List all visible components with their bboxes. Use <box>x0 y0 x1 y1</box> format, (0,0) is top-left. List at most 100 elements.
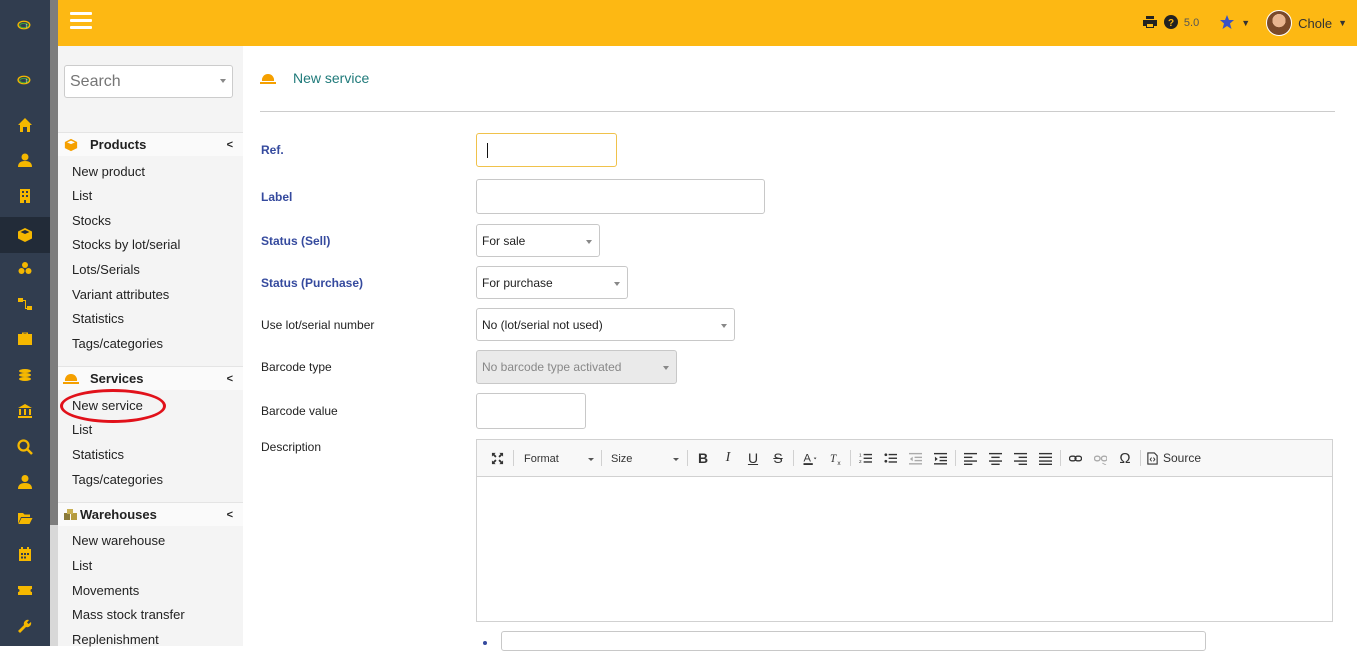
description-editor[interactable]: Format Size B I U S A Tx 12 Ω Source <box>476 439 1333 622</box>
menu-item-replenishment[interactable]: Replenishment <box>72 632 159 647</box>
menu-item-stocks-by-lot[interactable]: Stocks by lot/serial <box>72 237 180 252</box>
special-char-omega-icon[interactable]: Ω <box>1116 448 1134 468</box>
svg-text:t: t <box>26 78 28 85</box>
bookmark-chevron-down-icon[interactable]: ▼ <box>1241 18 1250 28</box>
menu-item-lots-serials[interactable]: Lots/Serials <box>72 262 140 277</box>
toolbar-separator <box>1060 450 1061 466</box>
maximize-icon[interactable] <box>489 448 505 468</box>
format-combo[interactable]: Format <box>524 449 594 469</box>
menu-item-services-list[interactable]: List <box>72 422 92 437</box>
products-chevron-left-icon[interactable]: < <box>227 139 233 151</box>
status-purchase-label: Status (Purchase) <box>261 276 364 290</box>
menu-item-new-warehouse[interactable]: New warehouse <box>72 533 165 548</box>
page-title: New service <box>293 70 370 86</box>
next-field-input[interactable] <box>501 631 1206 651</box>
user-tie-icon[interactable] <box>0 467 50 497</box>
calendar-icon[interactable] <box>0 539 50 569</box>
top-bar-right: ? 5.0 ▼ Chole ▼ <box>1142 10 1347 36</box>
menu-item-products-statistics[interactable]: Statistics <box>72 311 124 326</box>
bank-icon[interactable] <box>0 396 50 426</box>
bullet-list-icon[interactable] <box>881 448 899 468</box>
wrench-icon[interactable] <box>0 611 50 641</box>
menu-item-services-tags[interactable]: Tags/categories <box>72 472 163 487</box>
italic-button[interactable]: I <box>719 448 737 468</box>
menu-item-products-tags[interactable]: Tags/categories <box>72 336 163 351</box>
ref-label: Ref. <box>261 143 284 157</box>
warehouses-chevron-left-icon[interactable]: < <box>227 509 233 521</box>
sitemap-icon[interactable] <box>0 289 50 319</box>
folder-open-icon[interactable] <box>0 503 50 533</box>
label-input[interactable] <box>476 179 765 214</box>
svg-text:1: 1 <box>859 452 862 457</box>
menu-item-mass-stock-transfer[interactable]: Mass stock transfer <box>72 607 185 622</box>
menu-item-warehouses-list[interactable]: List <box>72 558 92 573</box>
indent-icon[interactable] <box>931 448 949 468</box>
size-combo[interactable]: Size <box>611 449 679 469</box>
numbered-list-icon[interactable]: 12 <box>856 448 874 468</box>
products-cube-icon[interactable] <box>0 217 50 253</box>
partial-label-marker <box>483 641 487 645</box>
menu-section-services[interactable]: Services < <box>58 366 243 390</box>
source-button[interactable]: Source <box>1146 448 1206 468</box>
barcode-type-select: No barcode type activated <box>476 350 677 384</box>
source-label: Source <box>1163 451 1202 465</box>
lot-serial-select[interactable]: No (lot/serial not used) <box>476 308 735 341</box>
unlink-icon[interactable] <box>1091 448 1109 468</box>
editor-body[interactable] <box>477 477 1332 621</box>
align-right-icon[interactable] <box>1011 448 1029 468</box>
ticket-icon[interactable] <box>0 575 50 605</box>
menu-item-services-statistics[interactable]: Statistics <box>72 447 124 462</box>
underline-button[interactable]: U <box>744 448 762 468</box>
barcode-type-label: Barcode type <box>261 360 332 374</box>
bold-button[interactable]: B <box>694 448 712 468</box>
service-bell-icon <box>260 73 276 88</box>
app-logo[interactable]: t <box>0 17 50 36</box>
search-box[interactable] <box>64 65 233 98</box>
services-chevron-left-icon[interactable]: < <box>227 373 233 385</box>
user-chevron-down-icon[interactable]: ▼ <box>1338 18 1347 28</box>
search-input[interactable] <box>65 66 205 97</box>
align-center-icon[interactable] <box>986 448 1004 468</box>
status-sell-select[interactable]: For sale <box>476 224 600 257</box>
justify-icon[interactable] <box>1036 448 1054 468</box>
svg-text:2: 2 <box>859 459 862 464</box>
toolbar-separator <box>1140 450 1141 466</box>
rail-scrollbar[interactable] <box>50 0 58 646</box>
status-purchase-select[interactable]: For purchase <box>476 266 628 299</box>
menu-item-stocks[interactable]: Stocks <box>72 213 111 228</box>
menu-section-warehouses[interactable]: Warehouses < <box>58 502 243 526</box>
ref-input[interactable] <box>476 133 617 167</box>
help-icon[interactable]: ? <box>1163 14 1178 32</box>
menu-item-movements[interactable]: Movements <box>72 583 139 598</box>
user-avatar[interactable] <box>1266 10 1293 36</box>
menu-item-variant-attributes[interactable]: Variant attributes <box>72 287 169 302</box>
menu-item-new-product[interactable]: New product <box>72 164 145 179</box>
align-left-icon[interactable] <box>961 448 979 468</box>
menu-section-products[interactable]: Products < <box>58 132 243 156</box>
rail-scrollbar-thumb[interactable] <box>50 0 58 525</box>
hamburger-menu-icon[interactable] <box>70 12 92 30</box>
user-name[interactable]: Chole <box>1298 16 1332 31</box>
menu-item-products-list[interactable]: List <box>72 188 92 203</box>
bell-icon <box>58 373 84 385</box>
building-icon[interactable] <box>0 181 50 211</box>
briefcase-icon[interactable] <box>0 324 50 354</box>
text-color-icon[interactable]: A <box>798 448 822 468</box>
coins-icon[interactable] <box>0 253 50 283</box>
search-dollar-icon[interactable] <box>0 432 50 462</box>
bookmark-star-icon[interactable] <box>1219 14 1235 33</box>
strikethrough-button[interactable]: S <box>769 448 787 468</box>
home-icon[interactable] <box>0 110 50 140</box>
user-icon[interactable] <box>0 145 50 175</box>
main-content: New service Ref. Label Status (Sell) For… <box>243 46 1357 651</box>
dropdown-arrow-icon <box>586 239 592 244</box>
link-icon[interactable] <box>1066 448 1084 468</box>
remove-format-icon[interactable]: Tx <box>827 448 845 468</box>
format-dropdown-icon <box>588 458 594 461</box>
money-icon[interactable] <box>0 360 50 390</box>
home-logo[interactable]: t <box>0 72 50 91</box>
barcode-value-input[interactable] <box>476 393 586 429</box>
outdent-icon[interactable] <box>906 448 924 468</box>
print-icon[interactable] <box>1142 15 1158 32</box>
search-dropdown-icon[interactable] <box>220 79 226 83</box>
